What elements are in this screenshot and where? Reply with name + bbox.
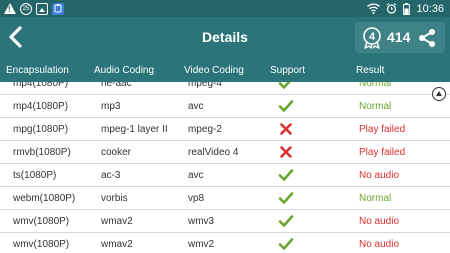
cross-icon — [278, 144, 294, 160]
cell-result: No audio — [359, 170, 400, 181]
cell-video-coding: vp8 — [188, 193, 205, 204]
image-icon — [36, 2, 48, 15]
table-row[interactable]: mp4(1080P) mp3 avc Normal — [0, 95, 450, 118]
column-header-audio-coding: Audio Coding — [94, 65, 155, 76]
table-row[interactable]: mp4(1080P) he-aac mpeg-4 Normal — [0, 82, 450, 95]
battery-level-fill — [404, 7, 409, 14]
badge-icon: 25 — [20, 2, 32, 15]
cell-video-coding: wmv3 — [188, 216, 215, 227]
score-count: 414 — [387, 29, 411, 45]
table-row[interactable]: wmv(1080P) wmav2 wmv2 No audio — [0, 233, 450, 253]
check-icon — [278, 82, 294, 91]
notification-badge-count: 25 — [22, 5, 30, 12]
cell-result: Play failed — [359, 124, 406, 135]
table-row[interactable]: rmvb(1080P) cooker realVideo 4 Play failed — [0, 141, 450, 164]
cell-encapsulation: wmv(1080P) — [13, 216, 70, 227]
cell-audio-coding: ac-3 — [101, 170, 121, 181]
cell-audio-coding: vorbis — [101, 193, 128, 204]
cell-audio-coding: mpeg-1 layer II — [101, 124, 168, 135]
check-icon — [278, 167, 294, 183]
cell-encapsulation: ts(1080P) — [13, 170, 57, 181]
cell-result: No audio — [359, 239, 400, 250]
table-row[interactable]: webm(1080P) vorbis vp8 Normal — [0, 187, 450, 210]
alarm-icon — [387, 3, 397, 14]
status-notification-icons: ! 25 — [4, 2, 64, 15]
cell-video-coding: mpeg-2 — [188, 124, 222, 135]
column-header-video-coding: Video Coding — [184, 65, 244, 76]
share-button[interactable] — [417, 28, 437, 48]
cross-icon — [278, 121, 294, 137]
column-header-support: Support — [270, 65, 306, 76]
status-system-icons: 10:36 — [367, 2, 444, 15]
cell-audio-coding: wmav2 — [101, 216, 133, 227]
status-bar: ! 25 10:36 — [0, 0, 450, 17]
cell-audio-coding: cooker — [101, 147, 132, 158]
cell-encapsulation: webm(1080P) — [13, 193, 76, 204]
cell-result: Normal — [359, 101, 392, 112]
score-panel: 4 414 — [355, 22, 445, 53]
app-icon — [52, 2, 64, 15]
cell-result: Normal — [359, 82, 392, 89]
share-icon — [419, 29, 435, 47]
cell-encapsulation: mpg(1080P) — [13, 124, 69, 135]
cell-audio-coding: mp3 — [101, 101, 121, 112]
cell-encapsulation: wmv(1080P) — [13, 239, 70, 250]
cell-video-coding: mpeg-4 — [188, 82, 222, 89]
clock-time: 10:36 — [416, 2, 444, 15]
warning-icon: ! — [4, 3, 16, 14]
cell-audio-coding: wmav2 — [101, 239, 133, 250]
cell-result: Play failed — [359, 147, 406, 158]
cell-video-coding: wmv2 — [188, 239, 215, 250]
cell-video-coding: avc — [188, 170, 204, 181]
column-header-result: Result — [356, 65, 385, 76]
title-bar: Details 4 414 — [0, 17, 450, 58]
cell-result: Normal — [359, 193, 392, 204]
cell-encapsulation: rmvb(1080P) — [13, 147, 71, 158]
rank-number: 4 — [369, 31, 376, 43]
check-icon — [278, 236, 294, 252]
scroll-to-top-button[interactable] — [432, 87, 446, 101]
cell-result: No audio — [359, 216, 400, 227]
check-icon — [278, 190, 294, 206]
battery-icon — [403, 2, 411, 15]
check-icon — [278, 98, 294, 114]
column-header-encapsulation: Encapsulation — [6, 65, 69, 76]
table-row[interactable]: ts(1080P) ac-3 avc No audio — [0, 164, 450, 187]
check-icon — [278, 213, 294, 229]
cell-video-coding: avc — [188, 101, 204, 112]
table-row[interactable]: wmv(1080P) wmav2 wmv3 No audio — [0, 210, 450, 233]
cell-video-coding: realVideo 4 — [188, 147, 239, 158]
table-header: Encapsulation Audio Coding Video Coding … — [0, 58, 450, 82]
cell-encapsulation: mp4(1080P) — [13, 101, 69, 112]
wifi-icon — [367, 3, 381, 14]
cell-audio-coding: he-aac — [101, 82, 132, 89]
medal-icon: 4 — [363, 27, 381, 49]
table-row[interactable]: mpg(1080P) mpeg-1 layer II mpeg-2 Play fail… — [0, 118, 450, 141]
results-list[interactable]: mp4(1080P) he-aac mpeg-4 Normal mp4(1080P) mp… — [0, 82, 450, 253]
cell-encapsulation: mp4(1080P) — [13, 82, 69, 89]
